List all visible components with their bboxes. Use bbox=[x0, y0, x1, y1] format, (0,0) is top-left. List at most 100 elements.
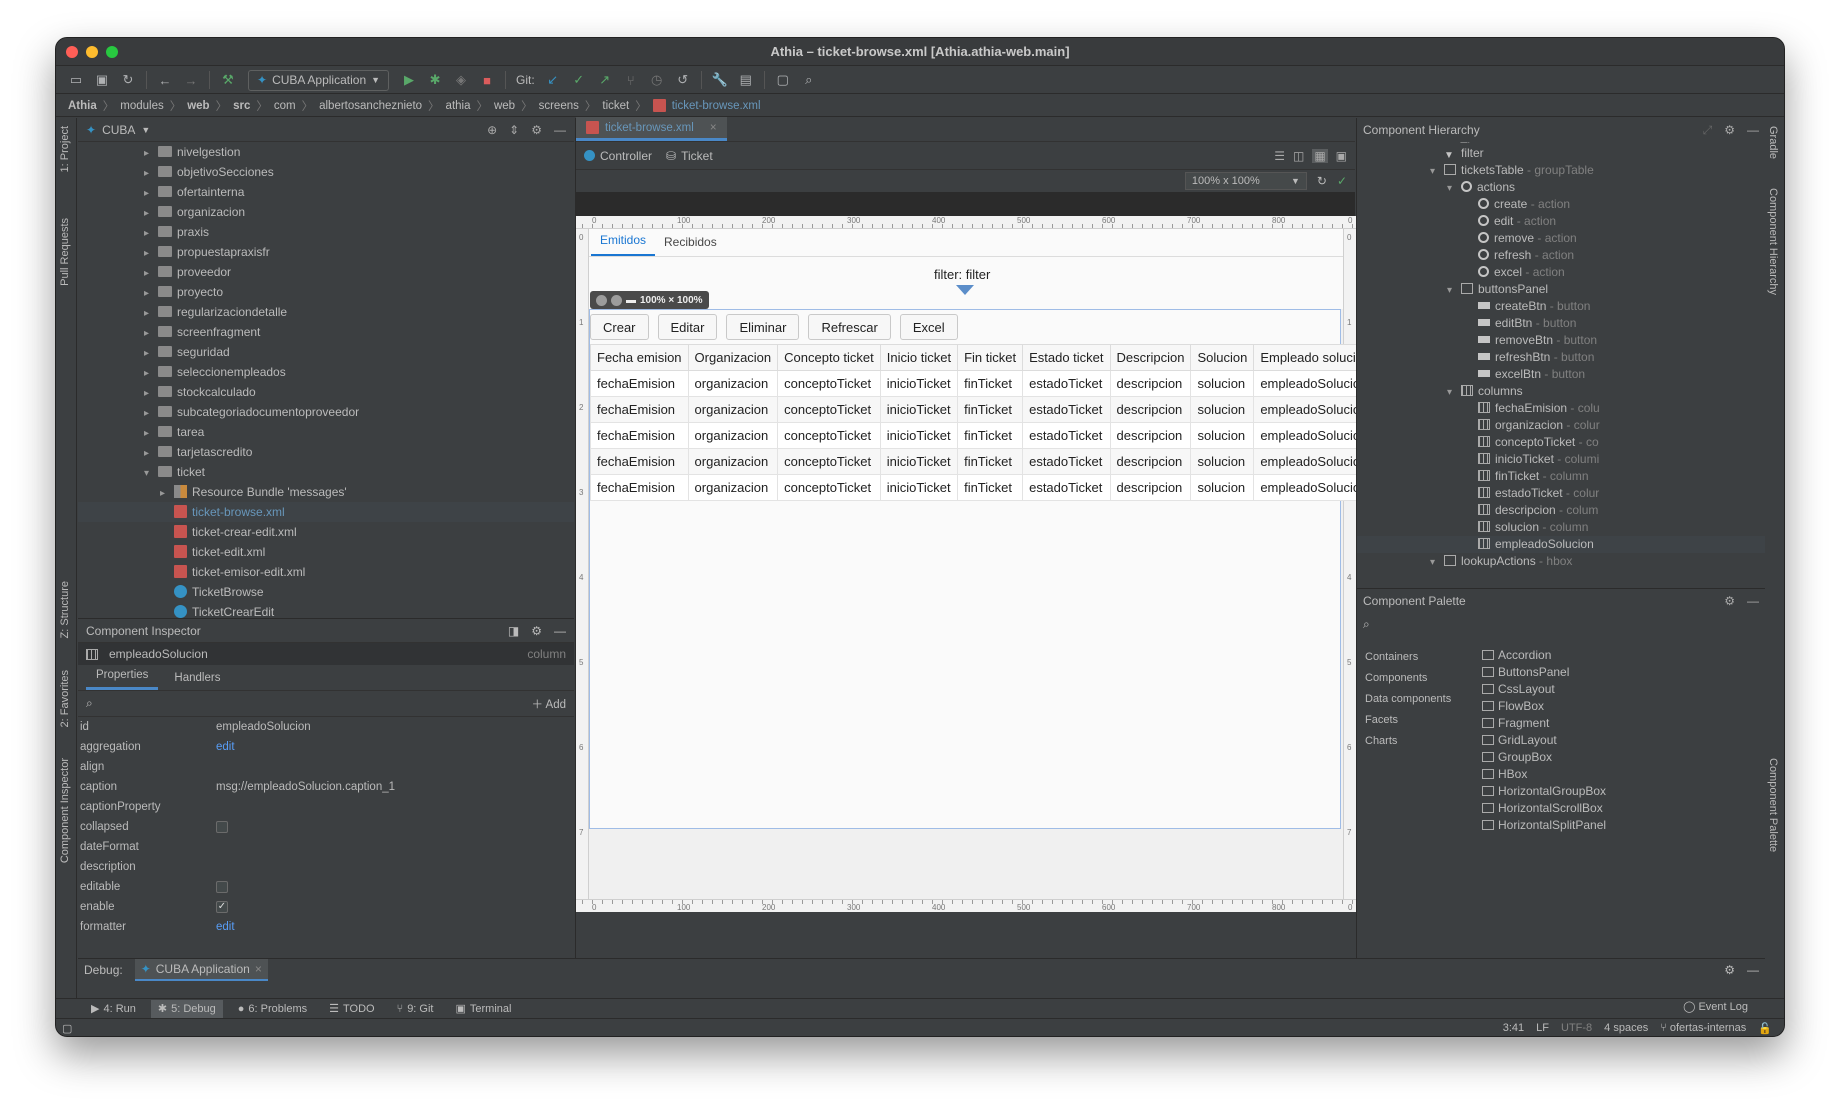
table-row[interactable]: fechaEmision organizacion conceptoTicket in… bbox=[590, 422, 1378, 449]
tree-item[interactable]: ▸ praxis bbox=[78, 222, 574, 242]
search-icon[interactable]: ⌕ bbox=[797, 69, 821, 91]
table-row[interactable]: fechaEmision organizacion conceptoTicket in… bbox=[590, 448, 1378, 475]
hide-icon[interactable]: — bbox=[1747, 963, 1759, 977]
tab-properties[interactable]: Properties bbox=[86, 669, 159, 690]
hierarchy-item[interactable]: conceptoTicket - co bbox=[1357, 434, 1765, 451]
component-inspector-tool-tab[interactable]: Component Inspector bbox=[59, 758, 71, 863]
hierarchy-item[interactable]: solucion - column bbox=[1357, 519, 1765, 536]
chevron-down-icon[interactable]: ▾ bbox=[1447, 384, 1461, 401]
chevron-right-icon[interactable]: ▸ bbox=[144, 324, 158, 344]
pull-requests-tool-tab[interactable]: Pull Requests bbox=[59, 218, 71, 286]
breadcrumb-item[interactable]: web bbox=[187, 100, 209, 112]
property-edit-link[interactable]: edit bbox=[216, 741, 235, 753]
zoom-select[interactable]: 100% x 100% ▼ bbox=[1184, 172, 1307, 190]
button-crear[interactable]: Crear bbox=[590, 314, 649, 340]
editor-tab-ticket-browse[interactable]: ticket-browse.xml × bbox=[576, 117, 727, 141]
property-checkbox[interactable] bbox=[216, 821, 228, 833]
hierarchy-item[interactable]: descripcion - colum bbox=[1357, 502, 1765, 519]
tree-item[interactable]: ▸ stockcalculado bbox=[78, 382, 574, 402]
chevron-right-icon[interactable]: ▸ bbox=[144, 144, 158, 164]
column-header[interactable]: Fin ticket bbox=[957, 344, 1024, 371]
column-header[interactable]: Inicio ticket bbox=[879, 344, 959, 371]
property-checkbox[interactable]: ✓ bbox=[216, 901, 228, 913]
tree-item[interactable]: ▸ proyecto bbox=[78, 282, 574, 302]
close-window-button[interactable] bbox=[66, 46, 78, 58]
hide-icon[interactable]: — bbox=[554, 123, 566, 137]
palette-item[interactable]: HorizontalSplitPanel bbox=[1482, 817, 1742, 834]
git-branches-icon[interactable]: ⑂ bbox=[619, 69, 643, 91]
hierarchy-item[interactable]: refresh - action bbox=[1357, 247, 1765, 264]
tree-item[interactable]: ▸ screenfragment bbox=[78, 322, 574, 342]
refresh-icon[interactable]: ↻ bbox=[1317, 174, 1327, 188]
breadcrumb-item[interactable]: ticket bbox=[602, 100, 629, 112]
tree-item[interactable]: ▸ objetivoSecciones bbox=[78, 162, 574, 182]
palette-search[interactable]: ⌕ bbox=[1357, 613, 1765, 635]
palette-item[interactable]: HorizontalScrollBox bbox=[1482, 800, 1742, 817]
button-eliminar[interactable]: Eliminar bbox=[726, 314, 800, 340]
zoom-window-button[interactable] bbox=[106, 46, 118, 58]
project-structure-icon[interactable]: ▤ bbox=[734, 69, 758, 91]
chevron-down-icon[interactable]: ▼ bbox=[141, 125, 150, 135]
close-tab-icon[interactable]: × bbox=[710, 122, 717, 134]
git-commit-icon[interactable]: ✓ bbox=[567, 69, 591, 91]
tree-item[interactable]: ▸ propuestapraxisfr bbox=[78, 242, 574, 262]
breadcrumb-item[interactable]: Athia bbox=[68, 100, 97, 112]
chevron-right-icon[interactable]: ▸ bbox=[144, 264, 158, 284]
run-configuration-select[interactable]: ✦ CUBA Application ▼ bbox=[248, 69, 390, 91]
tree-item[interactable]: TicketBrowse bbox=[78, 582, 574, 602]
component-hierarchy-tool-tab[interactable]: Component Hierarchy bbox=[1767, 188, 1779, 295]
component-palette-tool-tab[interactable]: Component Palette bbox=[1767, 758, 1779, 852]
column-header[interactable]: Descripcion bbox=[1109, 344, 1192, 371]
hierarchy-item[interactable]: fechaEmision - colu bbox=[1357, 400, 1765, 417]
gradle-tool-tab[interactable]: Gradle bbox=[1767, 126, 1779, 159]
palette-item[interactable]: ButtonsPanel bbox=[1482, 664, 1742, 681]
save-icon[interactable]: ▣ bbox=[90, 69, 114, 91]
favorites-tool-tab[interactable]: 2: Favorites bbox=[59, 670, 71, 727]
tool-window-button[interactable]: ● 6: Problems bbox=[231, 1000, 314, 1018]
table-row[interactable]: fechaEmision organizacion conceptoTicket in… bbox=[590, 396, 1378, 423]
locate-icon[interactable]: ⊕ bbox=[487, 123, 497, 137]
build-hammer-icon[interactable]: ⚒ bbox=[216, 69, 240, 91]
tree-item[interactable]: ▸ seguridad bbox=[78, 342, 574, 362]
tickets-table-group[interactable]: Crear Editar Eliminar Refrescar Excel Fecha … bbox=[589, 309, 1378, 829]
project-view-selector[interactable]: CUBA bbox=[102, 123, 135, 137]
debug-session-tab[interactable]: ✦ CUBA Application × bbox=[134, 959, 268, 981]
tree-item[interactable]: ▸ proveedor bbox=[78, 262, 574, 282]
gear-icon[interactable]: ⚙ bbox=[531, 624, 542, 638]
tab-recibidos[interactable]: Recibidos bbox=[655, 235, 726, 256]
palette-item[interactable]: HBox bbox=[1482, 766, 1742, 783]
open-folder-icon[interactable]: ▭ bbox=[64, 69, 88, 91]
tree-item[interactable]: ▸ ofertainterna bbox=[78, 182, 574, 202]
tree-item[interactable]: ▸ subcategoriadocumentoproveedor bbox=[78, 402, 574, 422]
wrench-icon[interactable]: 🔧 bbox=[708, 69, 732, 91]
gear-icon[interactable]: ⚙ bbox=[1724, 594, 1735, 608]
tree-item[interactable]: ▸ regularizaciondetalle bbox=[78, 302, 574, 322]
tool-window-button[interactable]: ☰ TODO bbox=[322, 1000, 381, 1018]
chevron-right-icon[interactable]: ▸ bbox=[144, 444, 158, 464]
tree-item[interactable]: ticket-emisor-edit.xml bbox=[78, 562, 574, 582]
chevron-right-icon[interactable]: ▸ bbox=[144, 284, 158, 304]
hierarchy-item[interactable]: ▼ filter bbox=[1357, 145, 1765, 162]
chevron-down-icon[interactable]: ▾ bbox=[1447, 282, 1461, 299]
stop-icon[interactable]: ■ bbox=[475, 69, 499, 91]
hierarchy-item[interactable]: ▾ ticketsTable - groupTable bbox=[1357, 162, 1765, 179]
add-property-button[interactable]: ＋ Add bbox=[531, 696, 566, 712]
property-value[interactable]: empleadoSolucion bbox=[216, 721, 311, 733]
cursor-position[interactable]: 3:41 bbox=[1503, 1022, 1524, 1035]
chevron-right-icon[interactable]: ▸ bbox=[160, 484, 174, 504]
gear-icon[interactable]: ⚙ bbox=[531, 123, 542, 137]
git-update-icon[interactable]: ↙ bbox=[541, 69, 565, 91]
git-rollback-icon[interactable]: ↺ bbox=[671, 69, 695, 91]
entity-ticket-link[interactable]: ⛁ Ticket bbox=[666, 149, 713, 163]
tree-item[interactable]: TicketCrearEdit bbox=[78, 602, 574, 618]
column-header[interactable]: Solucion bbox=[1190, 344, 1255, 371]
column-header[interactable]: Concepto ticket bbox=[777, 344, 881, 371]
coverage-icon[interactable]: ◈ bbox=[449, 69, 473, 91]
property-value[interactable]: msg://empleadoSolucion.caption_1 bbox=[216, 781, 395, 793]
button-editar[interactable]: Editar bbox=[657, 314, 718, 340]
hide-icon[interactable]: — bbox=[1747, 123, 1759, 138]
tool-window-button[interactable]: ▶ 4: Run bbox=[84, 1000, 143, 1018]
property-search-input[interactable] bbox=[98, 697, 526, 710]
git-branch[interactable]: ⑂ ofertas-internas bbox=[1660, 1022, 1746, 1035]
tab-emitidos[interactable]: Emitidos bbox=[591, 233, 656, 256]
